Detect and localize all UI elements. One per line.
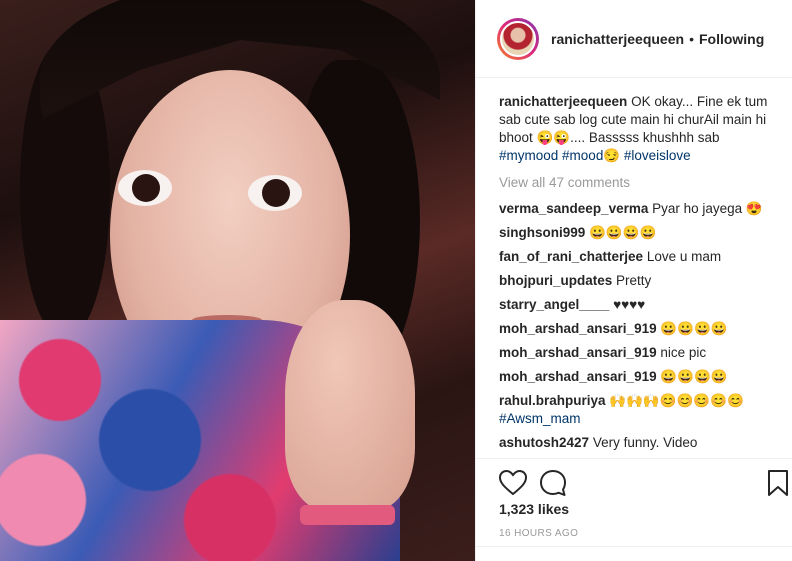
view-all-comments-link[interactable]: View all 47 comments [499,174,775,192]
comment: fan_of_rani_chatterjee Love u mam [499,248,775,266]
likes-count[interactable]: 1,323 likes [499,501,569,517]
comment-text: 😀😀😀😀 [660,369,728,384]
comment-username[interactable]: bhojpuri_updates [499,273,612,288]
post-header: ranichatterjeequeen • Following [476,0,792,78]
comment: moh_arshad_ansari_919 😀😀😀😀 [499,368,775,386]
heart-icon[interactable] [498,468,528,498]
avatar-image [500,20,536,57]
comment-username[interactable]: verma_sandeep_verma [499,201,648,216]
post-timestamp[interactable]: 16 HOURS AGO [499,528,578,539]
comment-text: ♥♥♥♥ [613,297,646,312]
avatar[interactable] [497,17,539,60]
comment-username[interactable]: fan_of_rani_chatterjee [499,249,643,264]
post-caption: ranichatterjeequeen OK okay... Fine ek t… [499,93,775,165]
following-button[interactable]: Following [699,31,764,47]
hashtag-loveislove[interactable]: #loveislove [624,148,691,163]
header-username[interactable]: ranichatterjeequeen [551,31,684,47]
divider [476,546,792,547]
comment-username[interactable]: rahul.brahpuriya [499,393,606,408]
photo-cuff [300,505,395,525]
photo-left-eye [118,170,172,206]
comment-username[interactable]: ashutosh2427 [499,435,589,450]
comment-username[interactable]: moh_arshad_ansari_919 [499,321,657,336]
hashtag-mood[interactable]: #mood😏 [562,148,620,163]
hashtag-mymood[interactable]: #mymood [499,148,558,163]
comment-username[interactable]: starry_angel____ [499,297,609,312]
comment: moh_arshad_ansari_919 😀😀😀😀 [499,320,775,338]
post-photo[interactable] [0,0,475,561]
photo-hand [285,300,415,510]
comments-list: ranichatterjeequeen OK okay... Fine ek t… [476,78,792,452]
comment-text: Pretty [616,273,652,288]
post-details-pane: ranichatterjeequeen • Following ranichat… [475,0,792,561]
comment-bubble-icon[interactable] [538,468,568,498]
comment: rahul.brahpuriya 🙌🙌🙌😊😊😊😊😊 #Awsm_mam [499,392,775,428]
comment-username[interactable]: moh_arshad_ansari_919 [499,369,657,384]
comment: verma_sandeep_verma Pyar ho jayega 😍 [499,200,775,218]
caption-username[interactable]: ranichatterjeequeen [499,94,627,109]
comment-text: 🙌🙌🙌😊😊😊😊😊 [609,393,744,408]
action-bar [476,458,792,504]
comment-text: 😀😀😀😀 [589,225,657,240]
comment: starry_angel____ ♥♥♥♥ [499,296,775,314]
comment-text: Love u mam [646,249,722,264]
instagram-post: ranichatterjeequeen • Following ranichat… [0,0,792,561]
bookmark-icon[interactable] [763,468,792,498]
comment: bhojpuri_updates Pretty [499,272,775,290]
comment-hashtag[interactable]: #Awsm_mam [499,411,581,426]
comment-username[interactable]: singhsoni999 [499,225,585,240]
photo-right-eye [248,175,302,211]
comment: singhsoni999 😀😀😀😀 [499,224,775,242]
comment-text: 😀😀😀😀 [660,321,728,336]
comment-username[interactable]: moh_arshad_ansari_919 [499,345,657,360]
comment-text: nice pic [660,345,707,360]
comment: moh_arshad_ansari_919 nice pic [499,344,775,362]
comment: ashutosh2427 Very funny. Video [499,434,775,452]
header-separator: • [689,30,694,47]
comment-text: Very funny. Video [592,435,698,450]
comment-text: Pyar ho jayega 😍 [652,201,763,216]
